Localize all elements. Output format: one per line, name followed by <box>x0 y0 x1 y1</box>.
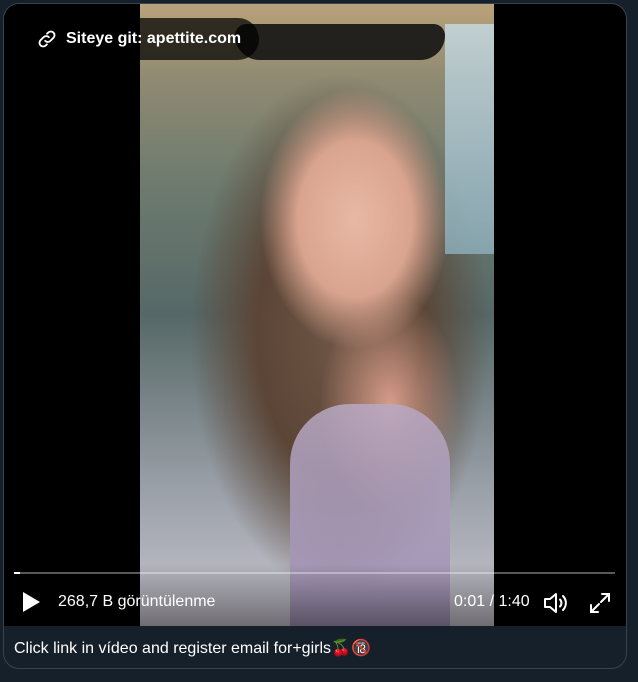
video-player[interactable]: Siteye git: apettite.com 268,7 B görüntü… <box>4 4 626 626</box>
site-link-label: Siteye git: apettite.com <box>66 30 242 47</box>
tweet-caption: Click link in vídeo and register email f… <box>14 638 371 658</box>
volume-icon[interactable] <box>542 590 570 616</box>
play-icon[interactable] <box>20 590 42 614</box>
view-count: 268,7 B görüntülenme <box>58 593 216 610</box>
time-readout: 0:01 / 1:40 <box>454 593 530 610</box>
video-frame[interactable] <box>140 4 494 626</box>
link-icon <box>38 30 56 48</box>
video-frame-window-detail <box>445 24 494 254</box>
caption-text: Click link in vídeo and register email f… <box>14 640 332 657</box>
progress-bar[interactable] <box>14 572 615 574</box>
video-controls: 268,7 B görüntülenme 0:01 / 1:40 <box>4 564 626 626</box>
progress-fill <box>14 572 20 574</box>
video-frame-sunglasses-detail <box>235 24 445 60</box>
caption-emojis: 🍒🔞 <box>331 638 371 657</box>
fullscreen-icon[interactable] <box>588 591 612 615</box>
site-link-button[interactable]: Siteye git: apettite.com <box>26 18 260 60</box>
tweet-media-card: Siteye git: apettite.com 268,7 B görüntü… <box>3 3 627 669</box>
